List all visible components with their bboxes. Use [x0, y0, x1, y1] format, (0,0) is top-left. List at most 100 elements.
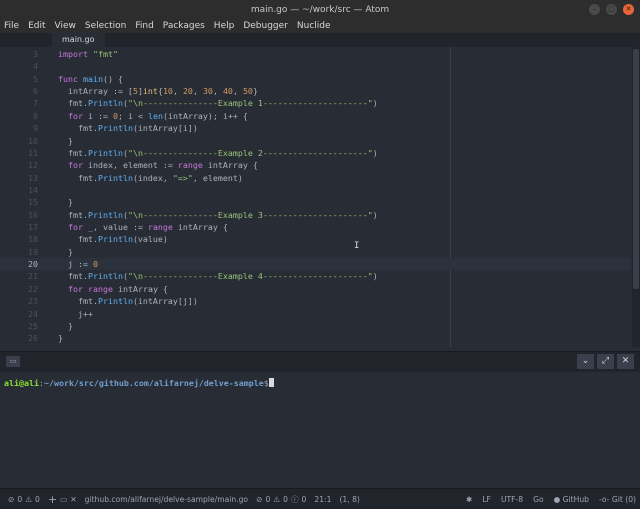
terminal-path: ~/work/src/github.com/alifarnej/delve-sa… [43, 378, 264, 388]
line-number[interactable]: 5 [0, 73, 38, 85]
code-line[interactable]: 26} [0, 332, 630, 344]
menu-packages[interactable]: Packages [159, 21, 210, 31]
line-number[interactable]: 14 [0, 184, 38, 196]
chevron-down-icon[interactable]: ⌄ [577, 354, 594, 369]
bug-icon[interactable]: ✱ [466, 495, 472, 504]
status-github[interactable]: ● GitHub [554, 495, 589, 504]
diag-info-count: 0 [301, 494, 307, 504]
code-line[interactable]: 17 for _, value := range intArray { [0, 221, 630, 233]
code-line[interactable]: 10 } [0, 135, 630, 147]
code-text: fmt.Println(value) [58, 234, 168, 245]
status-grammar[interactable]: Go [533, 495, 544, 504]
menu-find[interactable]: Find [131, 21, 158, 31]
code-text: fmt.Println("\n---------------Example 4-… [58, 271, 378, 282]
maximize-panel-icon[interactable]: ⤢ [597, 354, 614, 369]
line-number[interactable]: 17 [0, 221, 38, 233]
status-error-count: 0 [17, 494, 23, 504]
code-line[interactable]: 6 intArray := [5]int{10, 20, 30, 40, 50} [0, 85, 630, 97]
terminal-toggle-icon[interactable]: ▭ [60, 495, 67, 504]
menu-edit[interactable]: Edit [24, 21, 50, 31]
line-number[interactable]: 21 [0, 270, 38, 282]
code-line[interactable]: 18 fmt.Println(value) [0, 233, 630, 245]
status-cursor-position[interactable]: 21:1 [314, 495, 331, 504]
status-diagnostics[interactable]: ⊘ 0 ⚠ 0 [8, 495, 40, 504]
editor-scroll-thumb[interactable] [633, 49, 639, 289]
code-line[interactable]: 13 fmt.Println(index, "=>", element) [0, 172, 630, 184]
line-number[interactable]: 10 [0, 135, 38, 147]
terminal-icon[interactable]: ▭ [6, 356, 20, 367]
code-text: } [58, 135, 73, 146]
editor-scrollbar[interactable] [632, 47, 640, 347]
code-text: fmt.Println(intArray[i]) [58, 123, 198, 134]
code-line[interactable]: 21 fmt.Println("\n---------------Example… [0, 270, 630, 282]
line-number[interactable]: 22 [0, 283, 38, 295]
window-titlebar: main.go — ~/work/src — Atom – □ ✕ [0, 0, 640, 20]
status-git[interactable]: -o- Git (0) [599, 495, 636, 504]
plus-icon[interactable]: + [48, 493, 57, 506]
close-panel-icon[interactable]: ✕ [617, 354, 634, 369]
code-line[interactable]: 11 fmt.Println("\n---------------Example… [0, 147, 630, 159]
code-line[interactable]: 25 } [0, 320, 630, 332]
line-number[interactable]: 13 [0, 172, 38, 184]
line-number[interactable]: 20 [0, 258, 38, 270]
code-line[interactable]: 7 fmt.Println("\n---------------Example … [0, 97, 630, 109]
code-line[interactable]: 3 import "fmt" [0, 48, 630, 60]
status-nuclide-diagnostics[interactable]: ⊘ 0 ⚠ 0 ⓘ 0 [256, 494, 306, 505]
status-encoding[interactable]: UTF-8 [501, 495, 523, 504]
line-number[interactable]: 23 [0, 295, 38, 307]
code-line[interactable]: 14 [0, 184, 630, 196]
code-editor[interactable]: 3 import "fmt" 4 5 func main() {6 intArray :… [0, 47, 640, 347]
line-number[interactable]: 4 [0, 60, 38, 72]
line-number[interactable]: 26 [0, 332, 38, 344]
line-number[interactable]: 8 [0, 110, 38, 122]
line-number[interactable]: 24 [0, 308, 38, 320]
window-title: main.go — ~/work/src — Atom [250, 4, 390, 15]
code-line[interactable]: 9 fmt.Println(intArray[i]) [0, 122, 630, 134]
close-x-icon[interactable]: ✕ [70, 495, 76, 504]
line-number[interactable]: 16 [0, 209, 38, 221]
line-number[interactable]: 7 [0, 97, 38, 109]
line-number[interactable]: 15 [0, 196, 38, 208]
status-selection-count[interactable]: (1, 8) [339, 495, 359, 504]
code-line[interactable]: 19 } [0, 246, 630, 258]
line-number[interactable]: 25 [0, 320, 38, 332]
status-file-path[interactable]: github.com/alifarnej/delve-sample/main.g… [85, 495, 248, 504]
code-line[interactable]: 27 [0, 345, 630, 347]
code-text: func main() { [58, 73, 123, 84]
terminal[interactable]: ali@ali:~/work/src/github.com/alifarnej/… [0, 372, 640, 488]
code-line[interactable]: 15 } [0, 196, 630, 208]
code-line[interactable]: 5 func main() { [0, 73, 630, 85]
code-line[interactable]: 8 for i := 0; i < len(intArray); i++ { [0, 110, 630, 122]
menu-help[interactable]: Help [210, 21, 240, 31]
line-number[interactable]: 18 [0, 233, 38, 245]
tab-main-go[interactable]: main.go [52, 33, 105, 47]
line-number[interactable]: 3 [0, 48, 38, 60]
code-text: import "fmt" [58, 49, 118, 59]
line-number[interactable]: 12 [0, 159, 38, 171]
menu-nuclide[interactable]: Nuclide [293, 21, 336, 31]
code-line[interactable]: 4 [0, 60, 630, 72]
menu-view[interactable]: View [51, 21, 81, 31]
error-icon: ⊘ [8, 494, 15, 504]
terminal-user: ali@ali [4, 378, 39, 388]
line-number[interactable]: 9 [0, 122, 38, 134]
menu-debugger[interactable]: Debugger [239, 21, 293, 31]
maximize-icon[interactable]: □ [606, 4, 617, 15]
line-number[interactable]: 27 [0, 345, 38, 347]
code-line[interactable]: 20 j := 0 [0, 258, 630, 271]
status-line-ending[interactable]: LF [482, 495, 491, 504]
code-line[interactable]: 12 for index, element := range intArray … [0, 159, 630, 171]
line-number[interactable]: 11 [0, 147, 38, 159]
line-number[interactable]: 19 [0, 246, 38, 258]
code-line[interactable]: 22 for range intArray { [0, 283, 630, 295]
minimize-icon[interactable]: – [589, 4, 600, 15]
code-line[interactable]: 24 j++ [0, 308, 630, 320]
menu-file[interactable]: File [0, 21, 24, 31]
warning-icon: ⚠ [273, 494, 281, 504]
code-line[interactable]: 23 fmt.Println(intArray[j]) [0, 295, 630, 307]
code-line[interactable]: 16 fmt.Println("\n---------------Example… [0, 209, 630, 221]
menu-selection[interactable]: Selection [81, 21, 131, 31]
close-window-icon[interactable]: ✕ [623, 4, 634, 15]
status-github-label: GitHub [562, 494, 589, 504]
line-number[interactable]: 6 [0, 85, 38, 97]
